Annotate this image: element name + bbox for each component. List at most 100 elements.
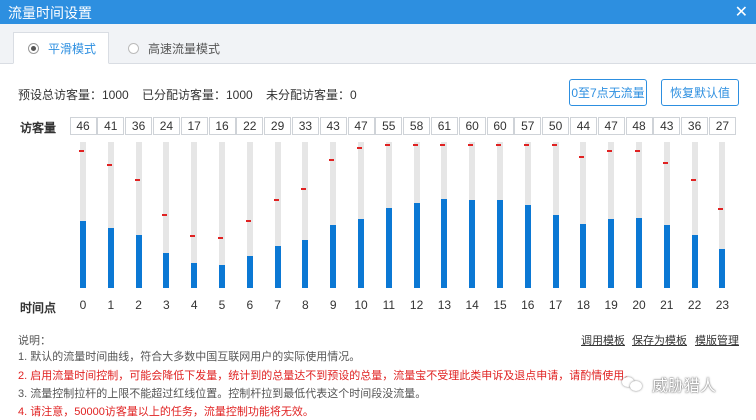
visitor-value-3[interactable]: 24 — [152, 117, 180, 135]
visitor-value-0[interactable]: 46 — [69, 117, 97, 135]
upper-limit-mark-22 — [690, 179, 696, 182]
slider-track-5[interactable] — [218, 142, 225, 288]
visitor-value-14[interactable]: 60 — [458, 117, 486, 135]
slider-track-10[interactable] — [357, 142, 364, 288]
slider-track-15[interactable] — [496, 142, 503, 288]
upper-limit-mark-19 — [607, 149, 613, 152]
hour-label-1: 1 — [107, 298, 115, 312]
slider-fill-7[interactable] — [274, 245, 281, 288]
slider-track-13[interactable] — [440, 142, 448, 288]
slider-track-0[interactable] — [79, 142, 86, 288]
hour-label-19: 19 — [604, 298, 618, 312]
slider-fill-8[interactable] — [302, 239, 309, 288]
slider-track-11[interactable] — [384, 142, 392, 288]
visitor-value-10[interactable]: 47 — [347, 117, 375, 135]
visitor-value-22[interactable]: 36 — [681, 117, 709, 135]
slider-track-22[interactable] — [690, 142, 698, 288]
manage-template-link[interactable]: 模版管理 — [695, 332, 739, 348]
slider-track-12[interactable] — [412, 142, 420, 288]
slider-track-16[interactable] — [523, 142, 531, 288]
hour-label-17: 17 — [548, 298, 563, 312]
slider-track-18[interactable] — [579, 142, 587, 288]
slider-fill-19[interactable] — [608, 219, 615, 288]
visitor-value-20[interactable]: 48 — [625, 117, 653, 135]
hour-label-11: 11 — [382, 298, 396, 312]
slider-track-6[interactable] — [245, 142, 253, 288]
visitor-value-5[interactable]: 16 — [208, 117, 236, 135]
slider-fill-14[interactable] — [469, 200, 476, 288]
slider-track-2[interactable] — [134, 142, 142, 288]
close-icon[interactable]: ✕ — [735, 2, 748, 22]
slider-track-3[interactable] — [162, 142, 170, 288]
slider-fill-18[interactable] — [580, 223, 587, 288]
visitor-value-19[interactable]: 47 — [597, 117, 625, 135]
upper-limit-mark-0 — [79, 149, 84, 152]
slider-track-17[interactable] — [551, 142, 559, 288]
slider-fill-9[interactable] — [330, 225, 337, 288]
tab-high-speed-mode[interactable]: 高速流量模式 — [124, 32, 234, 64]
slider-fill-22[interactable] — [691, 235, 698, 288]
upper-limit-mark-20 — [635, 149, 640, 152]
slider-fill-10[interactable] — [358, 219, 364, 288]
visitor-value-4[interactable]: 17 — [180, 117, 208, 135]
use-template-link[interactable]: 调用模板 — [581, 332, 625, 348]
slider-track-23[interactable] — [718, 142, 726, 288]
upper-limit-mark-7 — [273, 199, 279, 202]
visitor-value-17[interactable]: 50 — [542, 117, 570, 135]
visitor-value-21[interactable]: 43 — [653, 117, 681, 135]
slider-fill-5[interactable] — [219, 264, 225, 288]
visitor-value-15[interactable]: 60 — [486, 117, 514, 135]
slider-fill-12[interactable] — [413, 203, 420, 288]
slider-track-19[interactable] — [607, 142, 615, 288]
slider-fill-23[interactable] — [719, 248, 726, 288]
slider-track-4[interactable] — [190, 142, 198, 288]
hour-label-20: 20 — [632, 298, 646, 312]
visitor-value-6[interactable]: 22 — [236, 117, 264, 135]
hour-label-4: 4 — [190, 298, 198, 312]
visitor-value-2[interactable]: 36 — [125, 117, 153, 135]
no-traffic-0-7-button[interactable]: 0至7点无流量 — [569, 79, 647, 106]
restore-default-button[interactable]: 恢复默认值 — [661, 79, 739, 106]
visitor-value-13[interactable]: 61 — [430, 117, 458, 135]
slider-fill-1[interactable] — [107, 228, 114, 288]
radio-selected-icon[interactable] — [28, 42, 39, 54]
visitor-value-18[interactable]: 44 — [569, 117, 597, 135]
slider-track-14[interactable] — [468, 142, 476, 288]
visitor-value-12[interactable]: 58 — [403, 117, 431, 135]
slider-track-7[interactable] — [273, 142, 281, 288]
upper-limit-mark-9 — [329, 158, 335, 161]
slider-fill-6[interactable] — [246, 255, 253, 288]
note-1: 1. 默认的流量时间曲线，符合大多数中国互联网用户的实际使用情况。 — [18, 351, 361, 363]
visitor-value-8[interactable]: 33 — [291, 117, 319, 135]
slider-fill-16[interactable] — [524, 204, 531, 288]
upper-limit-mark-5 — [218, 237, 223, 240]
visitor-value-9[interactable]: 43 — [319, 117, 347, 135]
visitor-value-16[interactable]: 57 — [514, 117, 542, 135]
upper-limit-mark-3 — [162, 214, 168, 217]
note-2: 2. 启用流量时间控制，可能会降低下发量，统计到的总量达不到预设的总量，流量宝不… — [18, 370, 636, 382]
slider-track-20[interactable] — [635, 142, 642, 288]
visitor-value-1[interactable]: 41 — [97, 117, 125, 135]
slider-fill-4[interactable] — [191, 263, 198, 288]
slider-track-8[interactable] — [301, 142, 309, 288]
slider-track-1[interactable] — [106, 142, 114, 288]
slider-track-21[interactable] — [662, 142, 670, 288]
slider-fill-11[interactable] — [385, 207, 392, 288]
slider-fill-20[interactable] — [636, 217, 642, 288]
slider-fill-2[interactable] — [135, 235, 142, 288]
slider-fill-21[interactable] — [663, 225, 670, 288]
slider-track-9[interactable] — [329, 142, 337, 288]
note-4: 4. 请注意，50000访客量以上的任务，流量控制功能将无效。 — [18, 406, 314, 418]
slider-fill-3[interactable] — [163, 252, 170, 288]
slider-fill-15[interactable] — [497, 200, 503, 288]
tab-smooth-mode[interactable]: 平滑模式 — [13, 32, 109, 64]
visitor-value-7[interactable]: 29 — [264, 117, 292, 135]
slider-fill-17[interactable] — [552, 215, 559, 288]
slider-fill-0[interactable] — [80, 220, 86, 288]
slider-fill-13[interactable] — [441, 198, 448, 288]
visitor-value-23[interactable]: 27 — [708, 117, 736, 135]
radio-unselected-icon[interactable] — [128, 42, 139, 54]
visitor-value-11[interactable]: 55 — [375, 117, 403, 135]
hour-label-12: 12 — [409, 298, 424, 312]
save-template-link[interactable]: 保存为模板 — [632, 332, 687, 348]
